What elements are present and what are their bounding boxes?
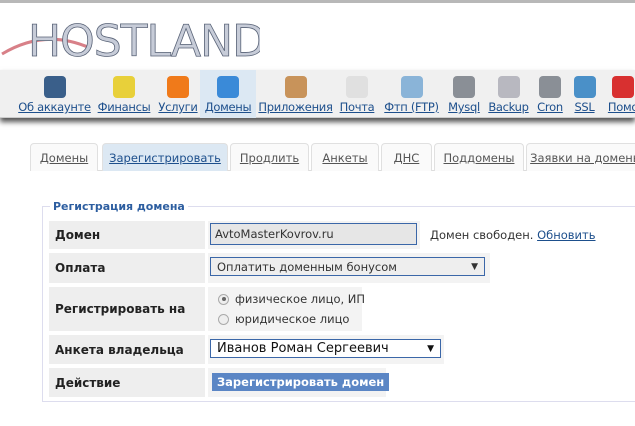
nav-label: Помо <box>607 100 635 114</box>
lock-icon <box>573 76 596 98</box>
domain-status: Домен свободен. Обновить <box>430 228 596 242</box>
tab-6[interactable]: Заявки на домены <box>526 143 635 171</box>
form-legend: Регистрация домена <box>50 200 188 213</box>
chevron-down-icon: ▼ <box>427 343 434 354</box>
nav-item-8[interactable]: Backup <box>487 70 530 118</box>
lifebuoy-icon <box>612 76 634 98</box>
radio-individual-label: физическое лицо, ИП <box>235 292 366 306</box>
owner-label: Анкета владельца <box>49 335 205 364</box>
nav-item-7[interactable]: Mysql <box>446 70 482 118</box>
nav-item-11[interactable]: Помо <box>603 70 635 118</box>
domain-input[interactable]: AvtoMasterKovrov.ru <box>210 223 417 245</box>
refresh-link[interactable]: Обновить <box>537 228 595 242</box>
radio-legal-label: юридическое лицо <box>235 312 350 326</box>
nav-label: SSL <box>574 100 595 114</box>
nav-label: Об аккаунте <box>18 100 91 114</box>
nav-item-1[interactable]: Финансы <box>96 70 152 118</box>
clock-icon <box>539 76 561 98</box>
nav-label: Приложения <box>258 100 333 114</box>
disc-icon <box>497 76 520 98</box>
coins-icon <box>113 76 135 98</box>
svg-text:HOSTLAND: HOSTLAND <box>28 16 260 64</box>
box-icon <box>284 76 307 98</box>
radio-legal[interactable]: юридическое лицо <box>218 312 349 326</box>
main-nav: Об аккаунте Финансы Услуги Домены Приложения… <box>0 70 635 118</box>
register-domain-button[interactable]: Зарегистрировать домен <box>212 373 390 391</box>
nav-label: Cron <box>537 100 563 114</box>
nav-label: Mysql <box>448 100 480 114</box>
nav-item-2[interactable]: Услуги <box>156 70 200 118</box>
database-icon <box>453 76 475 98</box>
radio-checked-icon <box>218 293 229 305</box>
nav-label: Backup <box>488 100 529 114</box>
hostland-logo: HOSTLAND <box>1 16 260 64</box>
id-card-icon <box>43 76 66 98</box>
radio-unchecked-icon <box>218 313 229 325</box>
domain-tabs: Домены Зарегистрировать Продлить Анкеты ДНС П… <box>30 143 635 171</box>
status-text: Домен свободен. <box>430 228 534 242</box>
nav-label: Финансы <box>97 100 151 114</box>
register-as-label: Регистрировать на <box>49 287 205 331</box>
tab-5[interactable]: Поддомены <box>434 143 524 171</box>
nav-item-3[interactable]: Домены <box>200 70 256 118</box>
radio-individual[interactable]: физическое лицо, ИП <box>218 292 365 306</box>
payment-select[interactable]: Оплатить доменным бонусом ▼ <box>210 257 485 276</box>
owner-select[interactable]: Иванов Роман Сергеевич ▼ <box>210 339 441 358</box>
nav-item-0[interactable]: Об аккаунте <box>17 70 92 118</box>
nav-item-5[interactable]: Почта <box>338 70 376 118</box>
payment-label: Оплата <box>49 253 205 283</box>
nav-item-4[interactable]: Приложения <box>258 70 333 118</box>
tab-4[interactable]: ДНС <box>381 143 432 171</box>
nav-item-10[interactable]: SSL <box>571 70 598 118</box>
tab-3[interactable]: Анкеты <box>311 143 379 171</box>
nav-label: Услуги <box>158 100 198 114</box>
mail-icon <box>346 76 368 98</box>
payment-value: Оплатить доменным бонусом <box>217 259 397 274</box>
tab-2[interactable]: Продлить <box>230 143 309 171</box>
top-border <box>0 0 635 3</box>
nav-label: Фтп (FTP) <box>384 100 439 114</box>
nav-item-6[interactable]: Фтп (FTP) <box>382 70 441 118</box>
nav-label: Почта <box>339 100 375 114</box>
chevron-down-icon: ▼ <box>471 261 478 272</box>
owner-value: Иванов Роман Сергеевич <box>217 341 389 356</box>
folder-icon <box>400 76 423 98</box>
nav-item-9[interactable]: Cron <box>535 70 565 118</box>
action-label: Действие <box>49 368 205 397</box>
tab-1[interactable]: Зарегистрировать <box>102 143 228 171</box>
domain-label: Домен <box>49 221 205 249</box>
orange-icon <box>167 76 189 98</box>
tab-0[interactable]: Домены <box>30 143 98 171</box>
nav-label: Домены <box>204 100 252 114</box>
globe-icon <box>217 76 239 98</box>
